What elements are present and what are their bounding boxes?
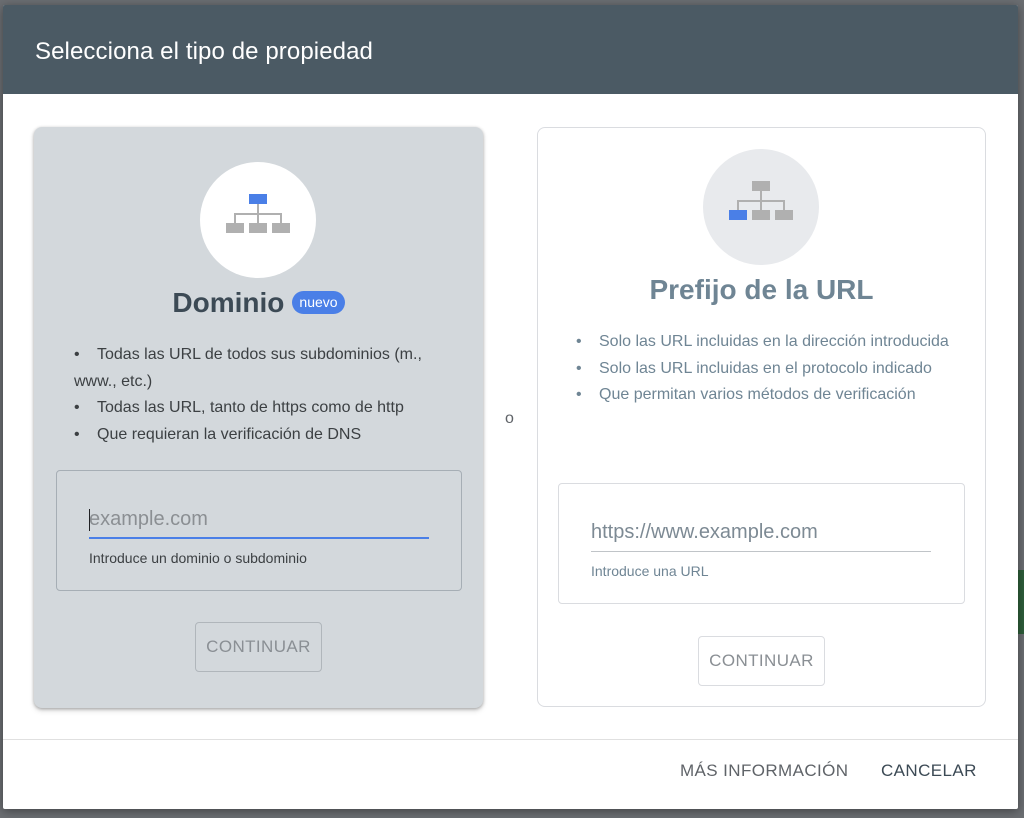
list-item: Que requieran la verificación de DNS	[74, 422, 453, 449]
more-info-button[interactable]: MÁS INFORMACIÓN	[680, 761, 848, 781]
domain-icon-circle	[200, 162, 316, 278]
domain-feature-list: Todas las URL de todos sus subdominios (…	[74, 342, 453, 448]
url-icon-circle	[703, 149, 819, 265]
domain-continue-button[interactable]: CONTINUAR	[195, 622, 322, 672]
url-field-container: Introduce una URL	[558, 483, 965, 604]
sitemap-icon	[729, 181, 793, 220]
url-input[interactable]	[591, 518, 931, 552]
cancel-button[interactable]: CANCELAR	[881, 761, 977, 781]
text-cursor	[89, 509, 90, 531]
list-item: Todas las URL de todos sus subdominios (…	[74, 342, 453, 395]
url-feature-list: Solo las URL incluidas en la dirección i…	[576, 329, 955, 409]
url-prefix-card[interactable]: Prefijo de la URL Solo las URL incluidas…	[537, 127, 986, 707]
list-item: Solo las URL incluidas en la dirección i…	[576, 329, 955, 356]
url-continue-button[interactable]: CONTINUAR	[698, 636, 825, 686]
domain-input[interactable]	[89, 505, 429, 539]
new-badge: nuevo	[292, 291, 345, 314]
or-separator: o	[505, 410, 514, 427]
list-item: Que permitan varios métodos de verificac…	[576, 382, 955, 409]
footer-divider	[3, 739, 1018, 740]
property-type-dialog: Selecciona el tipo de propiedad Dominio n…	[3, 5, 1018, 809]
domain-heading-text: Dominio	[172, 287, 285, 318]
list-item: Solo las URL incluidas en el protocolo i…	[576, 356, 955, 383]
domain-card[interactable]: Dominio nuevo Todas las URL de todos sus …	[34, 127, 483, 708]
domain-input-hint: Introduce un dominio o subdominio	[89, 550, 307, 566]
domain-field-container: Introduce un dominio o subdominio	[56, 470, 462, 591]
dialog-title: Selecciona el tipo de propiedad	[35, 38, 374, 65]
url-input-hint: Introduce una URL	[591, 563, 709, 579]
list-item: Todas las URL, tanto de https como de ht…	[74, 395, 453, 422]
url-prefix-heading: Prefijo de la URL	[649, 274, 874, 305]
sitemap-icon	[226, 194, 290, 233]
dialog-header: Selecciona el tipo de propiedad	[3, 5, 1018, 94]
domain-heading: Dominio nuevo	[34, 287, 483, 319]
